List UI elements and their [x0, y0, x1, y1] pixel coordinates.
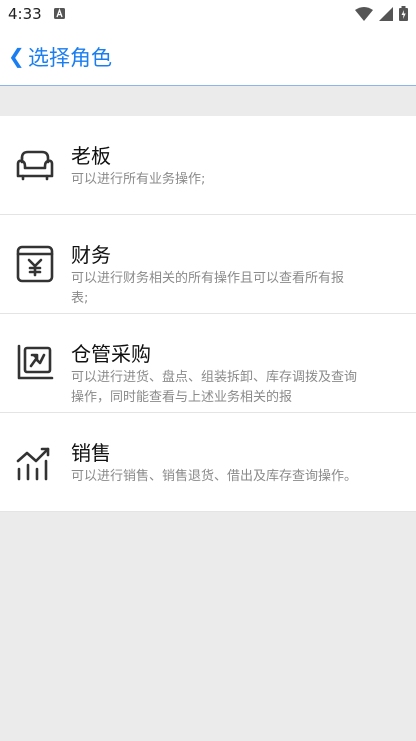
role-name: 仓管采购	[71, 342, 151, 366]
status-bar: 4:33	[0, 0, 416, 28]
role-name: 销售	[71, 441, 111, 465]
role-item-finance[interactable]: 财务 可以进行财务相关的所有操作且可以查看所有报表;	[0, 215, 416, 314]
role-item-sales[interactable]: 销售 可以进行销售、销售退货、借出及库存查询操作。	[0, 413, 416, 512]
role-name: 财务	[71, 243, 111, 267]
sofa-icon	[16, 150, 54, 181]
status-time: 4:33	[8, 5, 42, 23]
finance-ledger-icon	[16, 245, 54, 283]
chevron-left-icon[interactable]: ❮	[8, 44, 25, 68]
sales-trend-icon	[16, 447, 50, 481]
role-item-boss[interactable]: 老板 可以进行所有业务操作;	[0, 116, 416, 215]
notification-a-icon	[54, 8, 65, 19]
role-description: 可以进行财务相关的所有操作且可以查看所有报表;	[71, 271, 345, 306]
role-description: 可以进行所有业务操作;	[71, 172, 206, 187]
warehouse-chart-icon	[17, 344, 54, 380]
system-icons	[355, 6, 408, 21]
role-list: 老板 可以进行所有业务操作; 财务 可以进行财务相关的所有操作且可以查看所有报表…	[0, 116, 416, 512]
role-description: 可以进行销售、销售退货、借出及库存查询操作。	[71, 469, 357, 484]
wifi-icon	[355, 6, 373, 21]
battery-icon	[399, 6, 408, 21]
role-name: 老板	[71, 144, 111, 168]
app-header: ❮ 选择角色	[0, 28, 416, 86]
signal-icon	[379, 6, 393, 21]
role-item-warehouse-purchasing[interactable]: 仓管采购 可以进行进货、盘点、组装拆卸、库存调拨及查询操作，同时能查看与上述业务…	[0, 314, 416, 413]
role-description: 可以进行进货、盘点、组装拆卸、库存调拨及查询操作，同时能查看与上述业务相关的报	[71, 370, 357, 405]
page-title: 选择角色	[28, 46, 112, 70]
